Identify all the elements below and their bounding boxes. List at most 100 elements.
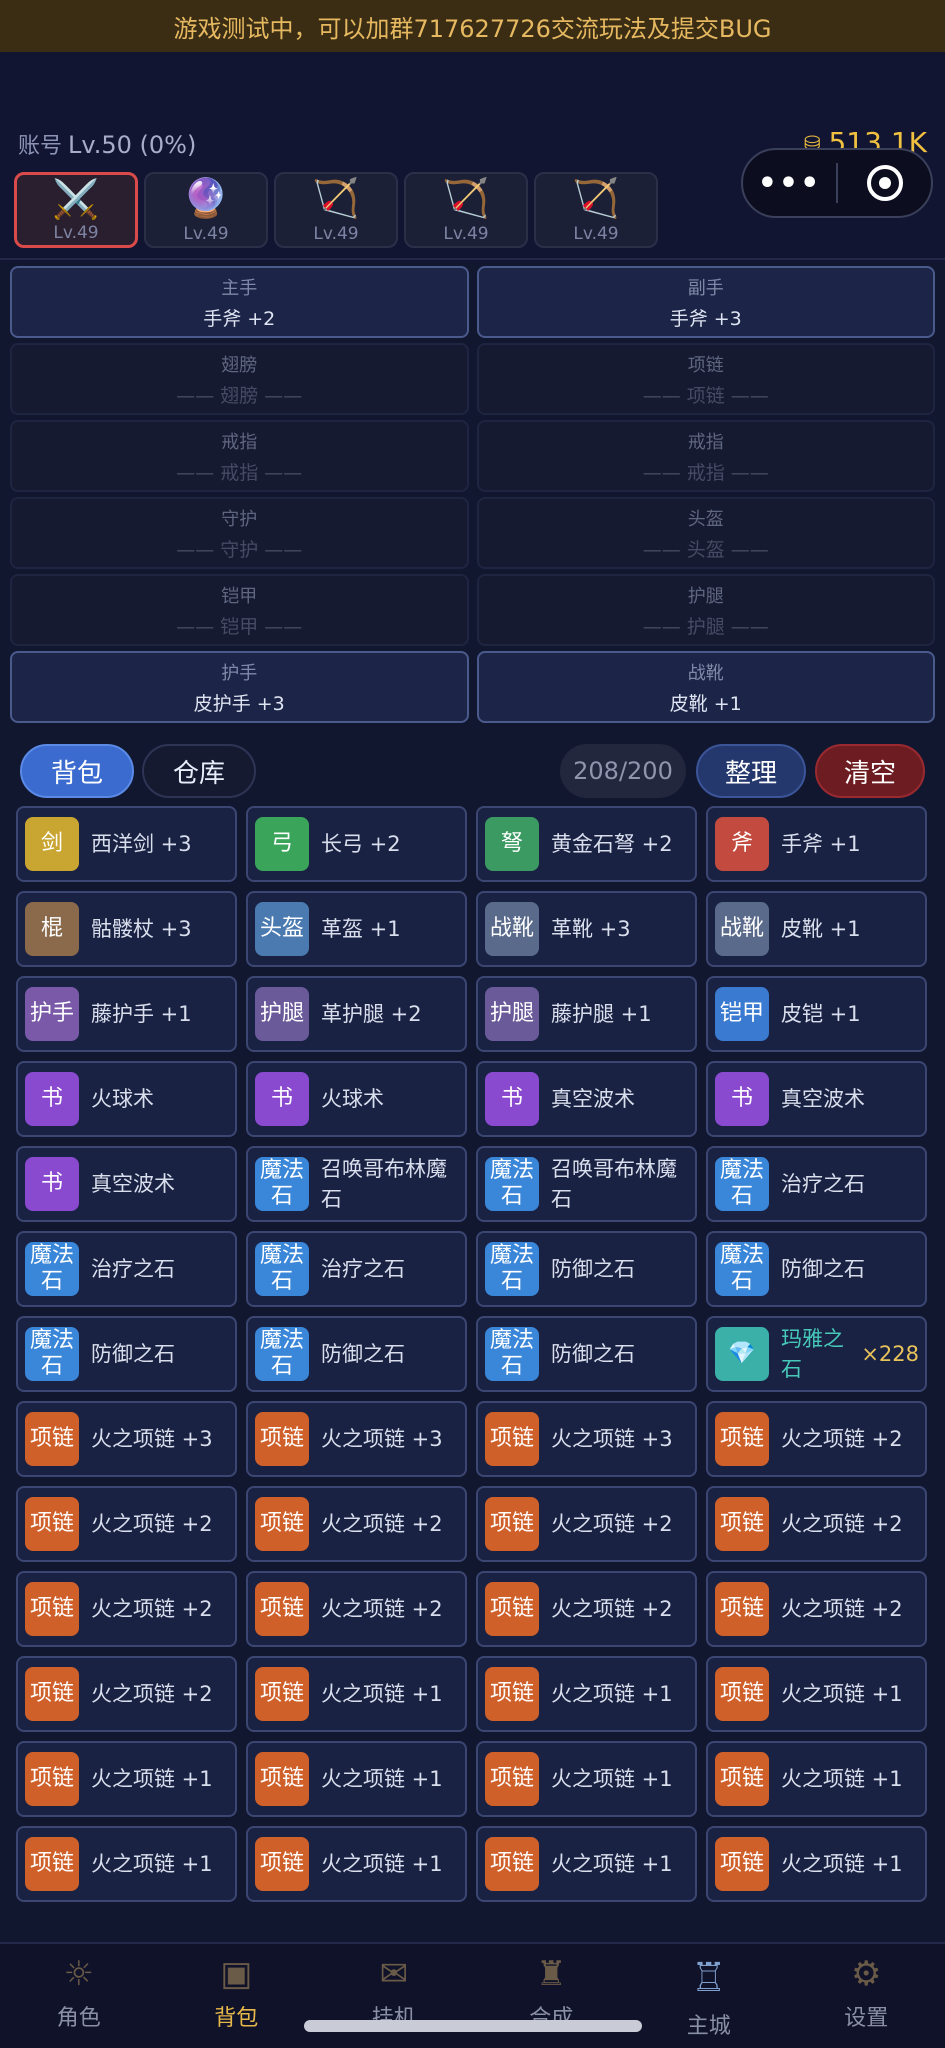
item-name: 火之项链 +1 [551, 1852, 673, 1876]
inventory-item[interactable]: 护腿 革护腿 +2 [246, 976, 467, 1052]
inventory-item[interactable]: 项链 火之项链 +1 [706, 1656, 927, 1732]
character-slot[interactable]: 🏹 Lv.49 [404, 172, 528, 248]
inventory-item[interactable]: 魔法石 防御之石 [476, 1316, 697, 1392]
inventory-item[interactable]: 书火球术 [16, 1061, 237, 1137]
character-slot[interactable]: 🔮 Lv.49 [144, 172, 268, 248]
inventory-item[interactable]: 书真空波术 [706, 1061, 927, 1137]
equipment-slot[interactable]: 护腿 —— 护腿 —— [476, 574, 935, 646]
item-type-badge: 项链 [485, 1412, 539, 1466]
inventory-item[interactable]: 项链 火之项链 +1 [246, 1826, 467, 1902]
inventory-item[interactable]: 项链 火之项链 +2 [706, 1401, 927, 1477]
item-type-badge: 魔法石 [255, 1242, 309, 1296]
inventory-item[interactable]: 弓长弓 +2 [246, 806, 467, 882]
equipment-slot[interactable]: 戒指 —— 戒指 —— [10, 420, 469, 492]
nav-item[interactable]: ✉ 挂机 [315, 1944, 473, 2048]
inventory-item[interactable]: 书火球术 [246, 1061, 467, 1137]
equipment-panel: 主手 手斧 +2 副手 手斧 +3 翅膀 —— 翅膀 —— 项链 —— 项链 —— 戒指 —— 戒… [10, 266, 935, 723]
inventory-item[interactable]: 项链 火之项链 +3 [246, 1401, 467, 1477]
more-menu-button[interactable]: ••• [743, 150, 836, 216]
inventory-item[interactable]: 项链 火之项链 +2 [16, 1656, 237, 1732]
item-name: 火之项链 +1 [321, 1682, 443, 1706]
character-slot[interactable]: 🏹 Lv.49 [274, 172, 398, 248]
nav-item[interactable]: ♜ 合成 [473, 1944, 631, 2048]
nav-item[interactable]: ⚙ 设置 [788, 1944, 945, 2048]
item-type-badge: 项链 [485, 1837, 539, 1891]
inventory-item[interactable]: 战靴 革靴 +3 [476, 891, 697, 967]
inventory-item[interactable]: 弩黄金石弩 +2 [476, 806, 697, 882]
equipment-slot[interactable]: 战靴 皮靴 +1 [476, 651, 935, 723]
clear-button[interactable]: 清空 [815, 744, 925, 798]
equipment-slot[interactable]: 副手 手斧 +3 [476, 266, 935, 338]
equipment-slot[interactable]: 护手 皮护手 +3 [10, 651, 469, 723]
sort-button[interactable]: 整理 [696, 744, 806, 798]
inventory-item[interactable]: 项链 火之项链 +1 [706, 1741, 927, 1817]
inventory-list[interactable]: 剑西洋剑 +3 弓长弓 +2 弩黄金石弩 +2 斧手斧 +1 棍骷髅杖 +3 头盔 革盔 +… [16, 806, 929, 1904]
inventory-item[interactable]: 魔法石 治疗之石 [16, 1231, 237, 1307]
inventory-item[interactable]: 项链 火之项链 +1 [476, 1656, 697, 1732]
item-name: 召唤哥布林魔石 [551, 1157, 677, 1211]
inventory-item[interactable]: 项链 火之项链 +1 [476, 1826, 697, 1902]
item-name: 玛雅之石 [781, 1327, 844, 1381]
inventory-item[interactable]: 书真空波术 [16, 1146, 237, 1222]
inventory-item[interactable]: 魔法石 治疗之石 [706, 1146, 927, 1222]
inventory-item[interactable]: 书真空波术 [476, 1061, 697, 1137]
item-name: 治疗之石 [91, 1257, 175, 1281]
item-type-badge: 书 [25, 1072, 79, 1126]
equipment-slot[interactable]: 项链 —— 项链 —— [476, 343, 935, 415]
inventory-item[interactable]: 项链 火之项链 +1 [706, 1826, 927, 1902]
forge-icon: ♜ [536, 1954, 567, 1994]
inventory-item[interactable]: 魔法石 召唤哥布林魔石 [246, 1146, 467, 1222]
inventory-item[interactable]: 项链 火之项链 +2 [246, 1571, 467, 1647]
inventory-item[interactable]: 护手 藤护手 +1 [16, 976, 237, 1052]
inventory-item[interactable]: 魔法石 防御之石 [476, 1231, 697, 1307]
equipment-slot[interactable]: 翅膀 —— 翅膀 —— [10, 343, 469, 415]
nav-item[interactable]: ☼ 角色 [0, 1944, 158, 2048]
inventory-item[interactable]: 项链 火之项链 +2 [16, 1486, 237, 1562]
nav-item[interactable]: ▣ 背包 [158, 1944, 316, 2048]
character-slot[interactable]: ⚔️ Lv.49 [14, 172, 138, 248]
inventory-item[interactable]: 项链 火之项链 +1 [246, 1741, 467, 1817]
item-type-badge: 项链 [715, 1837, 769, 1891]
inventory-item[interactable]: 魔法石 召唤哥布林魔石 [476, 1146, 697, 1222]
inventory-item[interactable]: 剑西洋剑 +3 [16, 806, 237, 882]
inventory-item[interactable]: 斧手斧 +1 [706, 806, 927, 882]
inventory-item[interactable]: 魔法石 防御之石 [706, 1231, 927, 1307]
inventory-item[interactable]: 项链 火之项链 +1 [16, 1826, 237, 1902]
inventory-item[interactable]: 项链 火之项链 +1 [16, 1741, 237, 1817]
inventory-item[interactable]: 铠甲 皮铠 +1 [706, 976, 927, 1052]
inventory-item[interactable]: 💎 玛雅之石 ×228 [706, 1316, 927, 1392]
character-slot[interactable]: 🏹 Lv.49 [534, 172, 658, 248]
nav-item[interactable]: ♖ 主城 [630, 1944, 788, 2048]
inventory-item[interactable]: 项链 火之项链 +2 [246, 1486, 467, 1562]
inventory-item[interactable]: 魔法石 防御之石 [246, 1316, 467, 1392]
equipment-slot[interactable]: 戒指 —— 戒指 —— [476, 420, 935, 492]
inventory-item[interactable]: 项链 火之项链 +2 [16, 1571, 237, 1647]
equipment-slot[interactable]: 主手 手斧 +2 [10, 266, 469, 338]
tab-bag[interactable]: 背包 [20, 744, 134, 798]
inventory-item[interactable]: 魔法石 治疗之石 [246, 1231, 467, 1307]
inventory-item[interactable]: 项链 火之项链 +2 [476, 1486, 697, 1562]
equipment-slot[interactable]: 守护 —— 守护 —— [10, 497, 469, 569]
inventory-item[interactable]: 项链 火之项链 +3 [16, 1401, 237, 1477]
equipment-slot[interactable]: 头盔 —— 头盔 —— [476, 497, 935, 569]
item-type-badge: 魔法石 [485, 1242, 539, 1296]
inventory-item[interactable]: 护腿 藤护腿 +1 [476, 976, 697, 1052]
tab-storage[interactable]: 仓库 [142, 744, 256, 798]
inventory-item[interactable]: 项链 火之项链 +2 [706, 1486, 927, 1562]
inventory-item[interactable]: 战靴 皮靴 +1 [706, 891, 927, 967]
inventory-item[interactable]: 项链 火之项链 +2 [476, 1571, 697, 1647]
inventory-item[interactable]: 项链 火之项链 +2 [706, 1571, 927, 1647]
inventory-item[interactable]: 魔法石 防御之石 [16, 1316, 237, 1392]
item-quantity: ×228 [861, 1342, 919, 1366]
item-name: 火之项链 +2 [321, 1597, 443, 1621]
inventory-item[interactable]: 头盔 革盔 +1 [246, 891, 467, 967]
item-name: 真空波术 [781, 1087, 865, 1111]
bow-icon: 🏹 [442, 176, 490, 220]
inventory-item[interactable]: 项链 火之项链 +1 [246, 1656, 467, 1732]
inventory-item[interactable]: 项链 火之项链 +3 [476, 1401, 697, 1477]
inventory-item[interactable]: 棍骷髅杖 +3 [16, 891, 237, 967]
equipment-slot[interactable]: 铠甲 —— 铠甲 —— [10, 574, 469, 646]
item-name: 皮靴 +1 [781, 917, 861, 941]
inventory-item[interactable]: 项链 火之项链 +1 [476, 1741, 697, 1817]
close-miniprogram-button[interactable] [838, 150, 931, 216]
